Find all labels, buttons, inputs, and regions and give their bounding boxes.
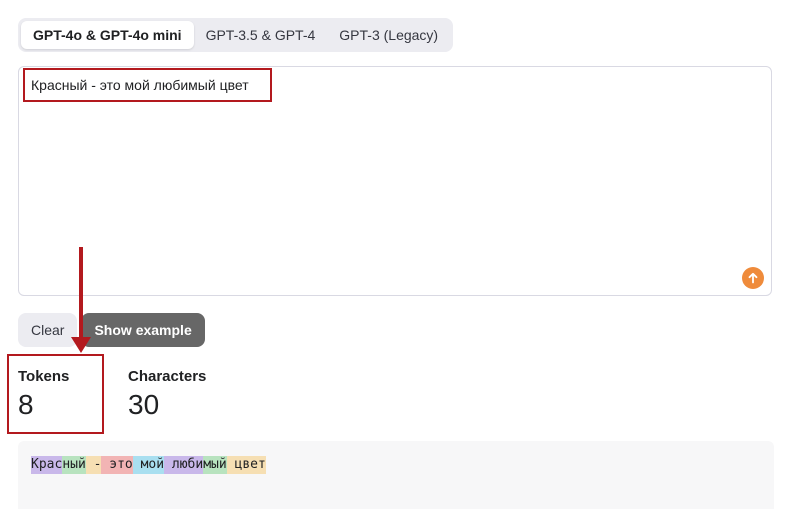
tab-gpt-4o[interactable]: GPT-4o & GPT-4o mini <box>21 21 194 49</box>
token-list: Крас ный - это мой люби мый цвет <box>31 456 266 474</box>
action-buttons: Clear Show example <box>18 313 205 347</box>
tokenizer-page: GPT-4o & GPT-4o mini GPT-3.5 & GPT-4 GPT… <box>0 0 803 509</box>
characters-stat: Characters 30 <box>128 368 206 421</box>
input-text: Красный - это мой любимый цвет <box>31 77 249 93</box>
token-visualization: Крас ный - это мой люби мый цвет <box>18 441 774 509</box>
arrow-up-icon <box>748 272 758 284</box>
tokens-count: 8 <box>18 389 34 420</box>
clear-button[interactable]: Clear <box>18 313 78 347</box>
submit-button[interactable] <box>742 267 764 289</box>
tab-gpt-3-5-gpt-4[interactable]: GPT-3.5 & GPT-4 <box>194 21 328 49</box>
token-chip: люби <box>164 456 204 474</box>
token-chip: Крас <box>31 456 63 474</box>
model-tabs: GPT-4o & GPT-4o mini GPT-3.5 & GPT-4 GPT… <box>18 18 454 52</box>
tokens-stat: Tokens 8 <box>18 368 69 421</box>
token-chip: - <box>85 456 102 474</box>
text-input-area[interactable]: Красный - это мой любимый цвет <box>18 66 772 296</box>
characters-count: 30 <box>128 389 160 420</box>
characters-label: Characters <box>128 368 207 385</box>
tokens-label: Tokens <box>18 368 70 385</box>
tab-gpt-3-legacy[interactable]: GPT-3 (Legacy) <box>327 21 450 49</box>
token-chip: это <box>101 456 133 474</box>
token-chip: цвет <box>226 456 266 474</box>
token-chip: ный <box>62 456 86 474</box>
token-chip: мой <box>132 456 165 474</box>
show-example-button[interactable]: Show example <box>81 313 205 347</box>
token-chip: мый <box>203 456 227 474</box>
